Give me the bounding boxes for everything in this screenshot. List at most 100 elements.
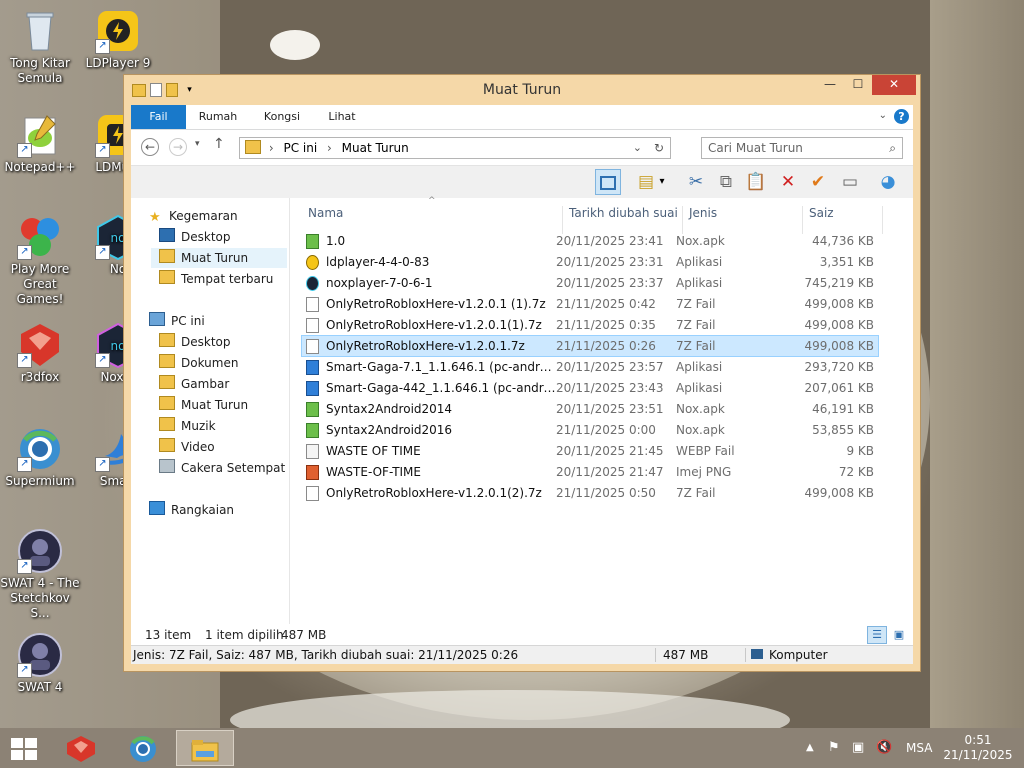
desktop-icon-r3dfox[interactable]: ↗ r3dfox bbox=[0, 322, 80, 385]
column-header-type[interactable]: Jenis bbox=[689, 206, 717, 220]
nav-fav-recent[interactable]: Tempat terbaru bbox=[159, 269, 273, 289]
taskbar-file-explorer[interactable] bbox=[176, 730, 234, 766]
title-bar[interactable]: ▾ Muat Turun — ☐ ✕ bbox=[124, 75, 920, 105]
file-size: 745,219 KB bbox=[804, 276, 874, 290]
delete-icon[interactable]: ✕ bbox=[775, 169, 801, 195]
desktop-icon-supermium[interactable]: ↗ Supermium bbox=[0, 426, 80, 489]
details-status-bar: Jenis: 7Z Fail, Saiz: 487 MB, Tarikh diu… bbox=[131, 645, 913, 664]
column-header-date[interactable]: Tarikh diubah suai bbox=[569, 206, 678, 220]
column-header-name[interactable]: Nama bbox=[308, 206, 343, 220]
breadcrumb-pc[interactable]: PC ini bbox=[283, 141, 317, 155]
nox-icon bbox=[306, 276, 319, 291]
back-button[interactable]: ← bbox=[141, 138, 159, 156]
file-name: OnlyRetroRobloxHere-v1.2.0.1(1).7z bbox=[326, 318, 542, 332]
file-name: Syntax2Android2016 bbox=[326, 423, 453, 437]
nav-network[interactable]: Rangkaian bbox=[149, 500, 234, 520]
maximize-button[interactable]: ☐ bbox=[844, 75, 872, 95]
desktop-icon-recycle-bin[interactable]: Tong Kitar Semula bbox=[0, 8, 80, 86]
window-title: Muat Turun bbox=[482, 82, 562, 98]
file-row[interactable]: OnlyRetroRobloxHere-v1.2.0.1(1).7z 21/11/… bbox=[302, 315, 878, 335]
file-row[interactable]: Smart-Gaga-442_1.1.646.1 (pc-androide...… bbox=[302, 378, 878, 398]
breadcrumb-downloads[interactable]: Muat Turun bbox=[342, 141, 409, 155]
shell-icon[interactable]: ◕ bbox=[875, 169, 901, 195]
desktop-icon-swat4[interactable]: ↗ SWAT 4 bbox=[0, 632, 80, 695]
nav-favorites[interactable]: ★ Kegemaran bbox=[149, 206, 238, 226]
clock[interactable]: 0:51 21/11/2025 bbox=[942, 733, 1014, 763]
taskbar-supermium[interactable] bbox=[114, 730, 172, 766]
file-row[interactable]: Syntax2Android2016 21/11/2025 0:00 Nox.apk… bbox=[302, 420, 878, 440]
nav-pc-local-disk[interactable]: Cakera Setempat (C: bbox=[159, 458, 289, 478]
start-button[interactable] bbox=[10, 737, 38, 761]
file-row[interactable]: OnlyRetroRobloxHere-v1.2.0.1 (1).7z 21/11… bbox=[302, 294, 878, 314]
desktop-icon-play-more-games[interactable]: ↗ Play More Great Games! bbox=[0, 214, 80, 307]
desktop-icon-notepadpp[interactable]: ↗ Notepad++ bbox=[0, 112, 80, 175]
desktop-icon-swat4-stetchkov[interactable]: ↗ SWAT 4 - The Stetchkov S... bbox=[0, 528, 80, 621]
recent-locations-chevron-icon[interactable]: ▾ bbox=[195, 139, 200, 149]
column-header-size[interactable]: Saiz bbox=[809, 206, 834, 220]
tab-share[interactable]: Kongsi bbox=[257, 105, 307, 129]
help-icon[interactable]: ? bbox=[894, 109, 909, 124]
up-button[interactable]: ↑ bbox=[213, 136, 225, 152]
search-input[interactable]: Cari Muat Turun ⌕ bbox=[701, 137, 903, 159]
file-icon bbox=[306, 486, 319, 501]
address-dropdown-icon[interactable]: ⌄ bbox=[633, 138, 642, 158]
rename-icon[interactable]: ▭ bbox=[837, 169, 863, 195]
large-icons-view-button[interactable]: ▣ bbox=[889, 626, 909, 644]
file-size: 499,008 KB bbox=[804, 318, 874, 332]
cut-icon[interactable]: ✂ bbox=[683, 169, 709, 195]
close-button[interactable]: ✕ bbox=[872, 75, 916, 95]
nav-fav-desktop[interactable]: Desktop bbox=[159, 227, 231, 247]
shortcut-arrow-icon: ↗ bbox=[95, 245, 110, 260]
taskbar-r3dfox[interactable] bbox=[52, 730, 110, 766]
minimize-button[interactable]: — bbox=[816, 75, 844, 95]
folder-icon bbox=[159, 333, 175, 347]
checkmark-icon[interactable]: ✔ bbox=[805, 169, 831, 195]
refresh-icon[interactable]: ↻ bbox=[654, 138, 664, 158]
address-input[interactable]: › PC ini › Muat Turun ⌄ ↻ bbox=[239, 137, 671, 159]
file-size: 207,061 KB bbox=[804, 381, 874, 395]
nav-pc-music[interactable]: Muzik bbox=[159, 416, 216, 436]
preview-pane-icon[interactable] bbox=[595, 169, 621, 195]
desktop-icon bbox=[159, 228, 175, 242]
sort-arrow-icon: ^ bbox=[428, 196, 436, 206]
file-row[interactable]: OnlyRetroRobloxHere-v1.2.0.1.7z 21/11/202… bbox=[301, 335, 879, 357]
ribbon-expand-icon[interactable]: ⌄ bbox=[879, 110, 887, 121]
music-folder-icon bbox=[159, 417, 175, 431]
network-status-icon[interactable]: ▣ bbox=[852, 728, 864, 768]
file-row[interactable]: 1.0 20/11/2025 23:41 Nox.apk 44,736 KB bbox=[302, 231, 878, 251]
desktop-icon-ldplayer9[interactable]: ↗ LDPlayer 9 bbox=[78, 8, 158, 71]
input-language[interactable]: MSA bbox=[906, 728, 932, 768]
file-name: 1.0 bbox=[326, 234, 346, 248]
volume-muted-icon[interactable]: 🔇 bbox=[876, 728, 892, 768]
nav-fav-downloads[interactable]: Muat Turun bbox=[151, 248, 287, 268]
tab-home[interactable]: Rumah bbox=[193, 105, 243, 129]
nav-pc-videos[interactable]: Video bbox=[159, 437, 215, 457]
forward-button[interactable]: → bbox=[169, 138, 187, 156]
tab-file[interactable]: Fail bbox=[131, 105, 186, 129]
file-row[interactable]: WASTE-OF-TIME 20/11/2025 21:47 Imej PNG 72 … bbox=[302, 462, 878, 482]
copy-icon[interactable]: ⧉ bbox=[713, 169, 739, 195]
file-row[interactable]: OnlyRetroRobloxHere-v1.2.0.1(2).7z 21/11/… bbox=[302, 483, 878, 503]
file-row[interactable]: noxplayer-7-0-6-1 20/11/2025 23:37 Aplikas… bbox=[302, 273, 878, 293]
nav-pc-downloads[interactable]: Muat Turun bbox=[159, 395, 248, 415]
file-row[interactable]: ldplayer-4-4-0-83 20/11/2025 23:31 Aplikas… bbox=[302, 252, 878, 272]
clock-time: 0:51 bbox=[964, 733, 992, 747]
show-hidden-icons-icon[interactable]: ▲ bbox=[806, 728, 814, 768]
tab-view[interactable]: Lihat bbox=[317, 105, 367, 129]
recent-places-icon bbox=[159, 270, 175, 284]
nav-pc-desktop[interactable]: Desktop bbox=[159, 332, 231, 352]
file-type: 7Z Fail bbox=[676, 486, 716, 500]
file-name: Smart-Gaga-7.1_1.1.646.1 (pc-androidem..… bbox=[326, 360, 558, 374]
details-view-button[interactable]: ☰ bbox=[867, 626, 887, 644]
computer-icon bbox=[149, 312, 165, 326]
nav-pc-documents[interactable]: Dokumen bbox=[159, 353, 238, 373]
downloads-folder-icon bbox=[159, 396, 175, 410]
action-center-icon[interactable]: ⚑ bbox=[828, 728, 840, 768]
nav-this-pc[interactable]: PC ini bbox=[149, 311, 205, 331]
file-row[interactable]: Syntax2Android2014 20/11/2025 23:51 Nox.ap… bbox=[302, 399, 878, 419]
paste-icon[interactable]: 📋 bbox=[743, 169, 769, 195]
file-row[interactable]: Smart-Gaga-7.1_1.1.646.1 (pc-androidem..… bbox=[302, 357, 878, 377]
chevron-down-icon[interactable]: ▾ bbox=[655, 169, 669, 195]
nav-pc-pictures[interactable]: Gambar bbox=[159, 374, 229, 394]
file-row[interactable]: WASTE OF TIME 20/11/2025 21:45 WEBP Fail 9 … bbox=[302, 441, 878, 461]
